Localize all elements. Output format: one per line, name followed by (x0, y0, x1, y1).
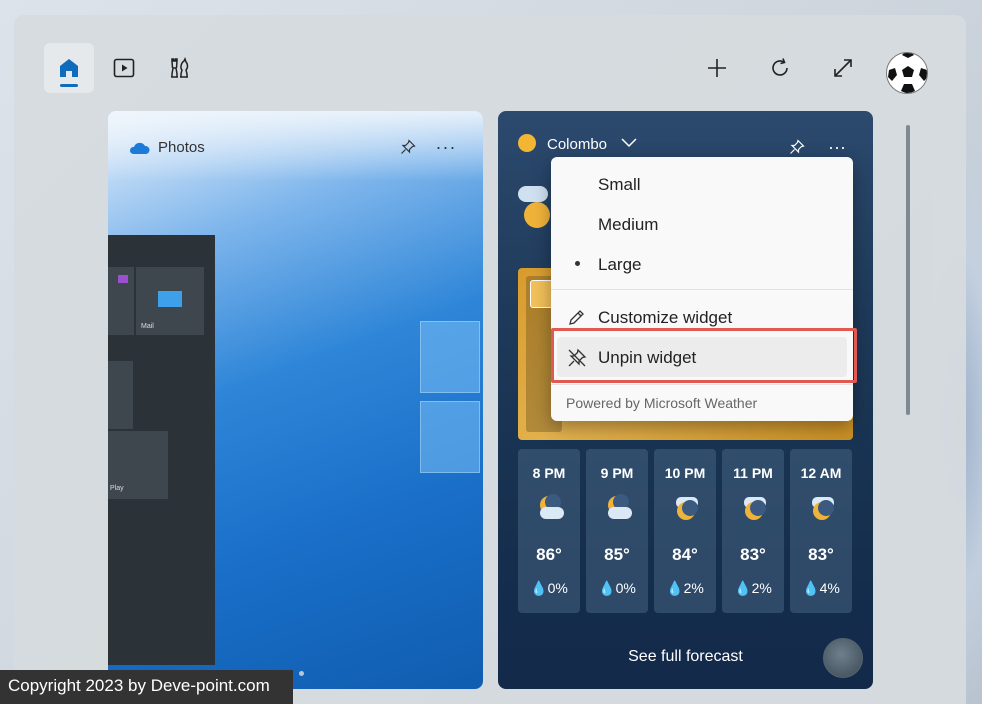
hour-precip: 💧4% (802, 580, 840, 596)
pencil-icon (569, 310, 584, 325)
home-icon (60, 59, 78, 77)
active-tab-indicator (60, 84, 78, 87)
copilot-avatar[interactable] (823, 638, 863, 678)
current-weather-icon (518, 186, 554, 232)
photos-widget[interactable]: Photos ··· Mail Play (108, 111, 483, 689)
weather-location[interactable]: Colombo (547, 136, 607, 153)
hour-precip: 💧2% (666, 580, 704, 596)
annotation-highlight-box (551, 328, 857, 383)
onenote-icon (118, 275, 128, 283)
scrollbar[interactable] (906, 125, 910, 415)
cloudy-moon-icon (540, 494, 564, 519)
menu-divider (551, 384, 853, 385)
sun-cloud-icon (518, 134, 536, 152)
hour-time: 11 PM (733, 465, 773, 481)
photo-startmenu-image: Mail Play (108, 235, 215, 665)
photo-tile (108, 361, 133, 429)
pin-icon (790, 139, 805, 154)
menu-divider (551, 289, 853, 290)
profile-avatar[interactable] (886, 52, 928, 94)
hour-time: 9 PM (600, 465, 634, 481)
add-widget-button[interactable] (692, 43, 742, 93)
mail-icon (158, 291, 182, 307)
more-icon: ··· (828, 136, 846, 157)
cloudy-moon-icon (676, 497, 698, 520)
menu-item-large[interactable]: Large (551, 247, 853, 283)
menu-item-small[interactable]: Small (551, 167, 853, 203)
menu-footer: Powered by Microsoft Weather (566, 395, 758, 411)
cloudy-moon-icon (812, 497, 834, 520)
expand-button[interactable] (818, 43, 868, 93)
photo-tile (108, 267, 134, 335)
pin-button[interactable] (785, 135, 809, 159)
hourly-card[interactable]: 11 PM 83° 💧2% (722, 449, 784, 613)
hour-time: 12 AM (800, 465, 842, 481)
photo-tile-play: Play (108, 431, 168, 499)
chess-icon (171, 57, 189, 78)
copyright-watermark: Copyright 2023 by Deve-point.com (0, 670, 293, 704)
soccer-ball-icon (888, 53, 927, 93)
photo-tile-mail: Mail (136, 267, 204, 335)
onedrive-icon (129, 142, 150, 154)
refresh-icon (772, 58, 788, 76)
hour-precip: 💧0% (530, 580, 568, 596)
expand-icon (834, 59, 852, 77)
menu-item-medium[interactable]: Medium (551, 207, 853, 243)
home-button[interactable] (44, 43, 94, 93)
hour-time: 8 PM (532, 465, 566, 481)
more-icon: ··· (435, 136, 457, 157)
plus-icon (708, 59, 726, 77)
hour-temp: 83° (808, 545, 834, 564)
mail-tile-label: Mail (141, 323, 154, 330)
games-button[interactable] (154, 43, 204, 93)
more-options-button[interactable]: ··· (825, 135, 849, 159)
hourly-card[interactable]: 10 PM 84° 💧2% (654, 449, 716, 613)
hour-precip: 💧2% (734, 580, 772, 596)
cloudy-moon-icon (744, 497, 766, 520)
cloudy-moon-icon (608, 494, 632, 519)
hourly-card[interactable]: 8 PM 86° 💧0% (518, 449, 580, 613)
selected-bullet-icon (575, 261, 580, 266)
refresh-button[interactable] (755, 43, 805, 93)
chevron-down-icon[interactable] (620, 135, 638, 151)
play-tile-label: Play (110, 485, 124, 492)
pin-icon (401, 139, 416, 154)
hour-temp: 84° (672, 545, 698, 564)
hourly-card[interactable]: 9 PM 85° 💧0% (586, 449, 648, 613)
hour-temp: 85° (604, 545, 630, 564)
hour-temp: 83° (740, 545, 766, 564)
hour-precip: 💧0% (598, 580, 636, 596)
windows-logo-image (420, 321, 483, 581)
hour-time: 10 PM (664, 465, 706, 481)
photos-title: Photos (158, 139, 205, 156)
more-options-button[interactable]: ··· (434, 135, 458, 159)
hour-temp: 86° (536, 545, 562, 564)
see-full-forecast-link[interactable]: See full forecast (498, 648, 873, 666)
play-icon (113, 58, 135, 78)
video-button[interactable] (99, 43, 149, 93)
hourly-card[interactable]: 12 AM 83° 💧4% (790, 449, 852, 613)
pin-button[interactable] (396, 135, 420, 159)
